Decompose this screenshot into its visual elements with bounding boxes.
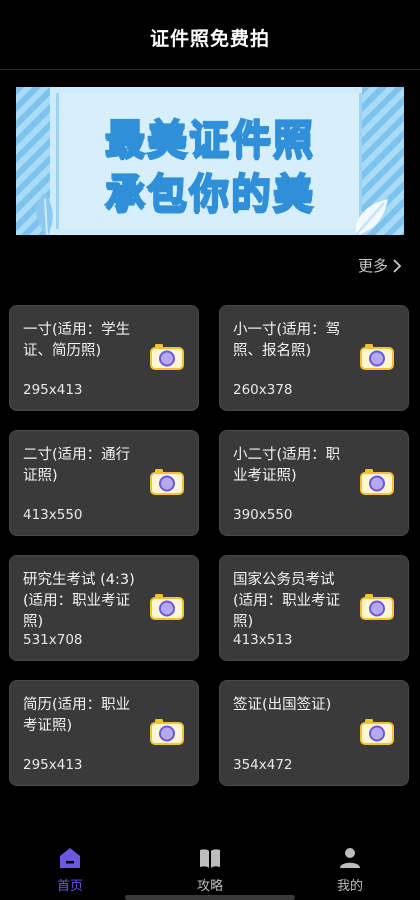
card-size: 390x550 xyxy=(233,507,293,523)
chevron-right-icon xyxy=(393,258,402,273)
tab-label: 我的 xyxy=(336,879,363,894)
camera-icon xyxy=(360,594,394,620)
card-size: 295x413 xyxy=(23,382,83,398)
camera-icon xyxy=(150,719,184,745)
card-title: 小一寸(适用：驾照、报名照) xyxy=(233,322,341,359)
camera-icon xyxy=(150,594,184,620)
tab-label: 攻略 xyxy=(196,879,223,894)
card-size: 413x550 xyxy=(23,507,83,523)
page-title: 证件照免费拍 xyxy=(149,28,270,50)
home-icon xyxy=(60,848,80,868)
card-size: 413x513 xyxy=(233,632,293,648)
photo-size-card-small-1inch[interactable]: 小一寸(适用：驾照、报名照) 260x378 xyxy=(219,305,409,411)
tab-profile[interactable]: 我的 xyxy=(310,846,390,894)
banner-headline-2: 承包你的美 xyxy=(104,170,315,218)
camera-icon xyxy=(150,344,184,370)
photo-size-card-small-2inch[interactable]: 小二寸(适用：职业考证照) 390x550 xyxy=(219,430,409,536)
camera-icon xyxy=(360,469,394,495)
photo-size-card-2inch[interactable]: 二寸(适用：通行证照) 413x550 xyxy=(9,430,199,536)
camera-icon xyxy=(360,719,394,745)
photo-size-card-civil-service[interactable]: 国家公务员考试 (适用：职业考证照) 413x513 xyxy=(219,555,409,661)
card-title: 二寸(适用：通行证照) xyxy=(23,447,131,484)
home-indicator xyxy=(125,895,295,900)
card-size: 260x378 xyxy=(233,382,293,398)
promo-banner[interactable]: 最美证件照 承包你的美 xyxy=(16,87,404,235)
card-title: 国家公务员考试 (适用：职业考证照) xyxy=(233,572,341,630)
card-size: 531x708 xyxy=(23,632,83,648)
banner-headline-1: 最美证件照 xyxy=(104,116,315,164)
profile-icon xyxy=(340,848,360,868)
card-title: 签证(出国签证) xyxy=(233,697,332,713)
card-title: 小二寸(适用：职业考证照) xyxy=(233,447,341,484)
photo-size-card-resume[interactable]: 简历(适用：职业考证照) 295x413 xyxy=(9,680,199,786)
bottom-tab-bar: 首页 攻略 我的 xyxy=(0,836,420,900)
app-header: 证件照免费拍 xyxy=(0,0,420,70)
more-link[interactable]: 更多 xyxy=(358,255,402,276)
more-label: 更多 xyxy=(357,257,388,275)
card-title: 一寸(适用：学生证、简历照) xyxy=(23,322,131,359)
photo-size-card-graduate-exam[interactable]: 研究生考试 (4:3) (适用：职业考证照) 531x708 xyxy=(9,555,199,661)
card-size: 354x472 xyxy=(233,757,293,773)
photo-size-card-1inch[interactable]: 一寸(适用：学生证、简历照) 295x413 xyxy=(9,305,199,411)
tab-home[interactable]: 首页 xyxy=(30,846,110,894)
tab-label: 首页 xyxy=(56,879,83,894)
book-icon xyxy=(200,849,220,868)
tab-guide[interactable]: 攻略 xyxy=(170,846,250,894)
photo-size-card-visa[interactable]: 签证(出国签证) 354x472 xyxy=(219,680,409,786)
card-title: 简历(适用：职业考证照) xyxy=(23,697,131,734)
camera-icon xyxy=(150,469,184,495)
card-size: 295x413 xyxy=(23,757,83,773)
camera-icon xyxy=(360,344,394,370)
card-title: 研究生考试 (4:3) (适用：职业考证照) xyxy=(23,572,135,630)
